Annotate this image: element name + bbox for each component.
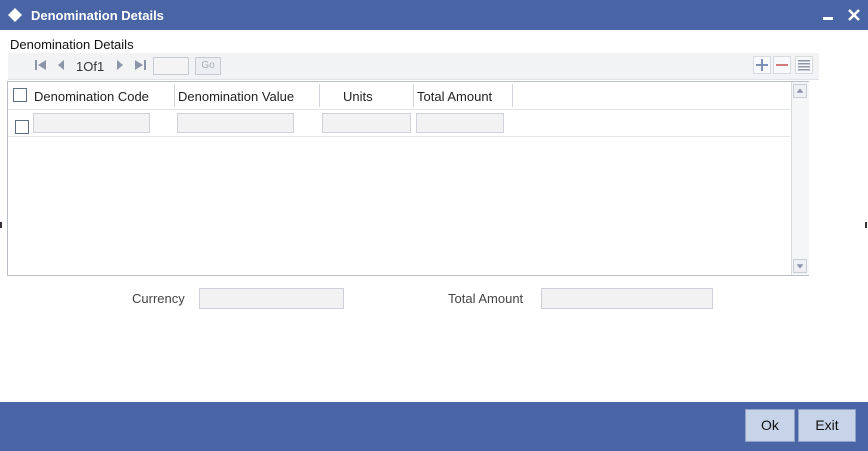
grid-navigation-bar: 1Of1 Go: [8, 53, 819, 80]
scroll-up-icon[interactable]: [793, 84, 807, 98]
minimize-icon[interactable]: [823, 17, 833, 20]
total-amount-label: Total Amount: [448, 291, 524, 306]
footer-bar: Ok Exit: [0, 402, 868, 451]
page-indicator: 1Of1: [76, 59, 105, 74]
go-button[interactable]: Go: [195, 57, 221, 75]
column-divider: [413, 84, 414, 107]
single-view-button[interactable]: [795, 56, 813, 74]
column-header-units: Units: [343, 89, 373, 104]
column-header-total-amount: Total Amount: [417, 89, 493, 104]
close-icon[interactable]: [845, 6, 863, 24]
row-divider: [8, 136, 790, 137]
scroll-down-icon[interactable]: [793, 259, 807, 273]
denomination-value-input[interactable]: [177, 113, 294, 133]
first-page-icon[interactable]: [35, 59, 47, 71]
window-title: Denomination Details: [31, 8, 164, 23]
resize-handle-left[interactable]: [0, 222, 2, 228]
ok-button[interactable]: Ok: [745, 409, 795, 442]
select-all-checkbox[interactable]: [13, 88, 27, 102]
column-header-denomination-value: Denomination Value: [178, 89, 295, 104]
delete-row-button[interactable]: [773, 56, 791, 74]
column-header-denomination-code: Denomination Code: [34, 89, 149, 104]
column-divider: [319, 84, 320, 107]
currency-field[interactable]: [199, 288, 344, 309]
page-number-input[interactable]: [153, 57, 189, 75]
section-title: Denomination Details: [10, 37, 134, 52]
window-titlebar: Denomination Details: [0, 0, 868, 30]
next-page-icon[interactable]: [113, 59, 125, 71]
resize-handle-right[interactable]: [865, 222, 867, 228]
exit-button[interactable]: Exit: [798, 409, 856, 442]
denomination-grid: Denomination Code Denomination Value Uni…: [7, 81, 809, 276]
currency-label: Currency: [132, 291, 185, 306]
column-divider: [512, 84, 513, 107]
diamond-icon: [8, 8, 22, 22]
grid-header: Denomination Code Denomination Value Uni…: [8, 82, 790, 110]
prev-page-icon[interactable]: [56, 59, 68, 71]
last-page-icon[interactable]: [134, 59, 146, 71]
total-amount-cell-input[interactable]: [416, 113, 504, 133]
single-view-icon: [798, 60, 810, 71]
row-checkbox[interactable]: [15, 120, 29, 134]
add-row-icon: [756, 59, 768, 71]
delete-row-icon: [776, 64, 788, 66]
denomination-code-input[interactable]: [33, 113, 150, 133]
grid-vertical-scrollbar[interactable]: [791, 82, 809, 275]
add-row-button[interactable]: [753, 56, 771, 74]
units-input[interactable]: [322, 113, 411, 133]
column-divider: [174, 84, 175, 107]
total-amount-field[interactable]: [541, 288, 713, 309]
